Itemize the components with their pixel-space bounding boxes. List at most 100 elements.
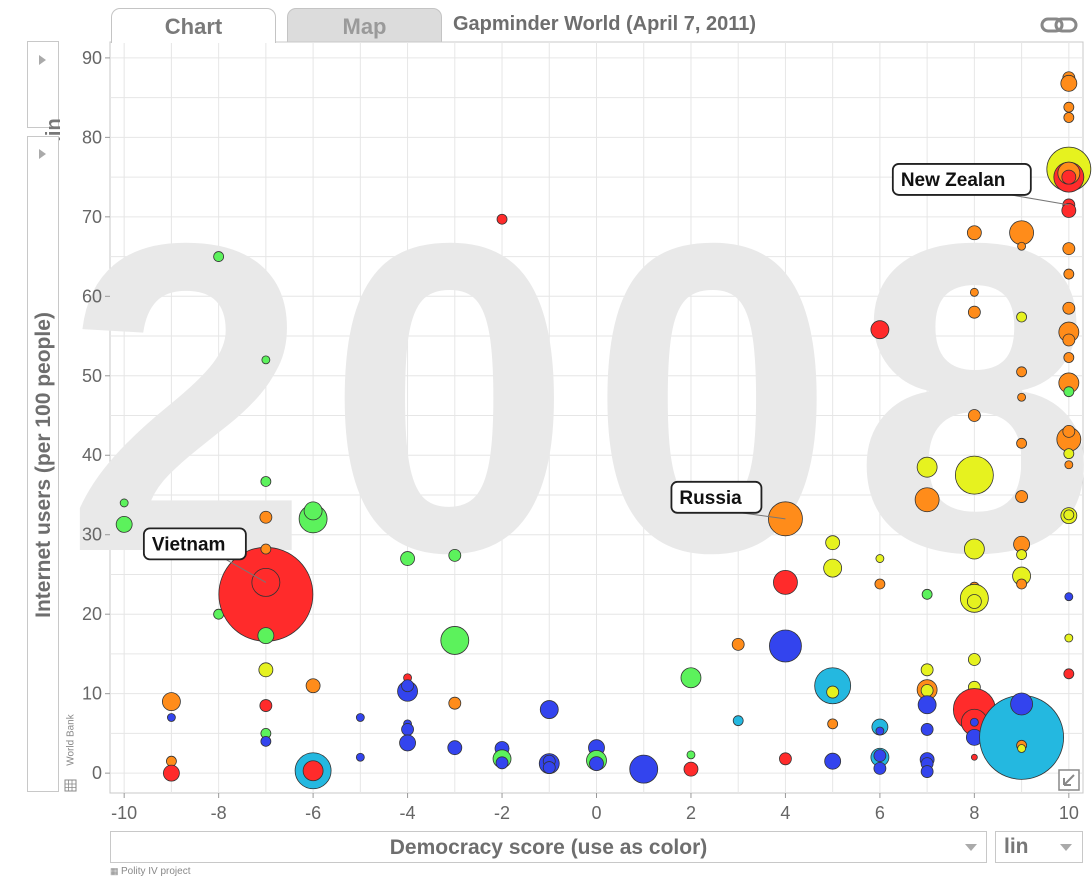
bubble[interactable] — [401, 679, 414, 693]
bubble[interactable] — [921, 588, 933, 600]
bubble[interactable] — [1016, 578, 1027, 590]
bubble[interactable] — [355, 752, 365, 762]
bubble[interactable] — [539, 700, 559, 719]
x-source-label[interactable]: ▦ Polity IV project — [110, 866, 191, 877]
bubble[interactable] — [1016, 437, 1027, 449]
bubble[interactable] — [967, 653, 981, 666]
bubble[interactable] — [305, 678, 321, 694]
bubble[interactable] — [1063, 668, 1075, 680]
bubble[interactable] — [355, 713, 365, 722]
bubble[interactable] — [825, 535, 841, 551]
bubble[interactable] — [1016, 366, 1027, 378]
bubble[interactable] — [1062, 333, 1076, 347]
bubble[interactable] — [399, 734, 416, 752]
bubble[interactable] — [1063, 101, 1075, 113]
bubble[interactable] — [1017, 744, 1026, 753]
bubble[interactable] — [162, 692, 181, 712]
bubble[interactable] — [542, 761, 556, 774]
bubble[interactable] — [920, 663, 934, 677]
bubble[interactable] — [963, 538, 985, 560]
bubble[interactable] — [732, 715, 744, 727]
bubble[interactable] — [966, 594, 982, 609]
bubble[interactable] — [873, 761, 887, 775]
bubble[interactable] — [823, 558, 843, 578]
bubble[interactable] — [260, 476, 272, 487]
bubble[interactable] — [1017, 392, 1026, 402]
bubble[interactable] — [1063, 509, 1075, 521]
bubble[interactable] — [261, 355, 271, 365]
bubble[interactable] — [495, 756, 509, 770]
bubble[interactable] — [686, 750, 696, 760]
bubble[interactable] — [1064, 592, 1074, 602]
bubble[interactable] — [970, 753, 978, 761]
bubble[interactable] — [258, 662, 274, 678]
bubble[interactable] — [916, 456, 938, 478]
bubble[interactable] — [448, 696, 462, 710]
bubble[interactable] — [400, 551, 415, 566]
x-axis-selector[interactable]: Democracy score (use as color) — [110, 831, 987, 863]
bubble[interactable] — [1016, 549, 1027, 560]
bubble[interactable] — [773, 570, 798, 595]
bubble[interactable] — [1017, 241, 1026, 251]
bubble[interactable] — [827, 718, 839, 730]
bubble[interactable] — [1063, 112, 1075, 123]
bubble[interactable] — [1010, 692, 1033, 716]
bubble[interactable] — [1060, 74, 1078, 92]
bubble[interactable] — [1061, 203, 1077, 218]
bubble[interactable] — [1062, 425, 1076, 438]
bubble[interactable] — [954, 455, 994, 495]
bubble[interactable] — [914, 487, 940, 513]
bubble[interactable] — [824, 752, 842, 770]
bubble[interactable] — [1016, 311, 1027, 323]
bubble[interactable] — [873, 749, 887, 763]
bubble[interactable] — [448, 548, 462, 562]
x-scale-selector[interactable]: lin — [995, 831, 1083, 863]
bubble[interactable] — [875, 554, 885, 563]
bubble[interactable] — [1064, 460, 1074, 470]
bubble[interactable] — [259, 510, 273, 524]
bubble[interactable] — [115, 515, 133, 533]
bubble[interactable] — [259, 699, 273, 712]
bubble[interactable] — [1063, 386, 1075, 398]
bubble[interactable] — [779, 752, 792, 766]
bubble[interactable] — [826, 685, 840, 699]
bubble[interactable] — [969, 717, 979, 727]
expand-icon[interactable] — [1058, 769, 1080, 791]
bubble[interactable] — [213, 251, 225, 262]
bubble[interactable] — [969, 287, 979, 297]
bubble[interactable] — [167, 713, 176, 722]
bubble[interactable] — [303, 501, 323, 521]
bubble[interactable] — [966, 225, 982, 241]
bubble[interactable] — [920, 723, 934, 736]
bubble[interactable] — [589, 756, 604, 771]
bubble[interactable] — [163, 764, 180, 782]
bubble[interactable] — [870, 320, 890, 340]
bubble[interactable] — [447, 740, 463, 756]
bubble[interactable] — [401, 723, 414, 736]
bubble[interactable] — [257, 627, 275, 645]
table-icon[interactable] — [64, 779, 77, 792]
bubble[interactable] — [967, 305, 981, 319]
bubble[interactable] — [1062, 301, 1076, 315]
bubble[interactable] — [119, 498, 129, 508]
bubble[interactable] — [920, 684, 934, 697]
bubble[interactable] — [1062, 242, 1076, 256]
bubble[interactable] — [1063, 352, 1075, 363]
bubble[interactable] — [1063, 268, 1075, 280]
bubble[interactable] — [1063, 448, 1075, 460]
bubble[interactable] — [1064, 633, 1074, 643]
bubble[interactable] — [496, 213, 508, 225]
bubble[interactable] — [680, 667, 702, 689]
tab-chart[interactable]: Chart — [111, 8, 276, 43]
bubble[interactable] — [917, 695, 937, 715]
bubble[interactable] — [967, 409, 981, 422]
bubble[interactable] — [920, 765, 934, 778]
bubble[interactable] — [1009, 220, 1034, 246]
bubble[interactable] — [731, 637, 745, 651]
bubble[interactable] — [166, 755, 177, 767]
bubble[interactable] — [629, 754, 659, 784]
bubble[interactable] — [302, 760, 324, 782]
bubble[interactable] — [769, 629, 802, 663]
bubble[interactable] — [1015, 490, 1028, 503]
bubble[interactable] — [1061, 169, 1077, 185]
